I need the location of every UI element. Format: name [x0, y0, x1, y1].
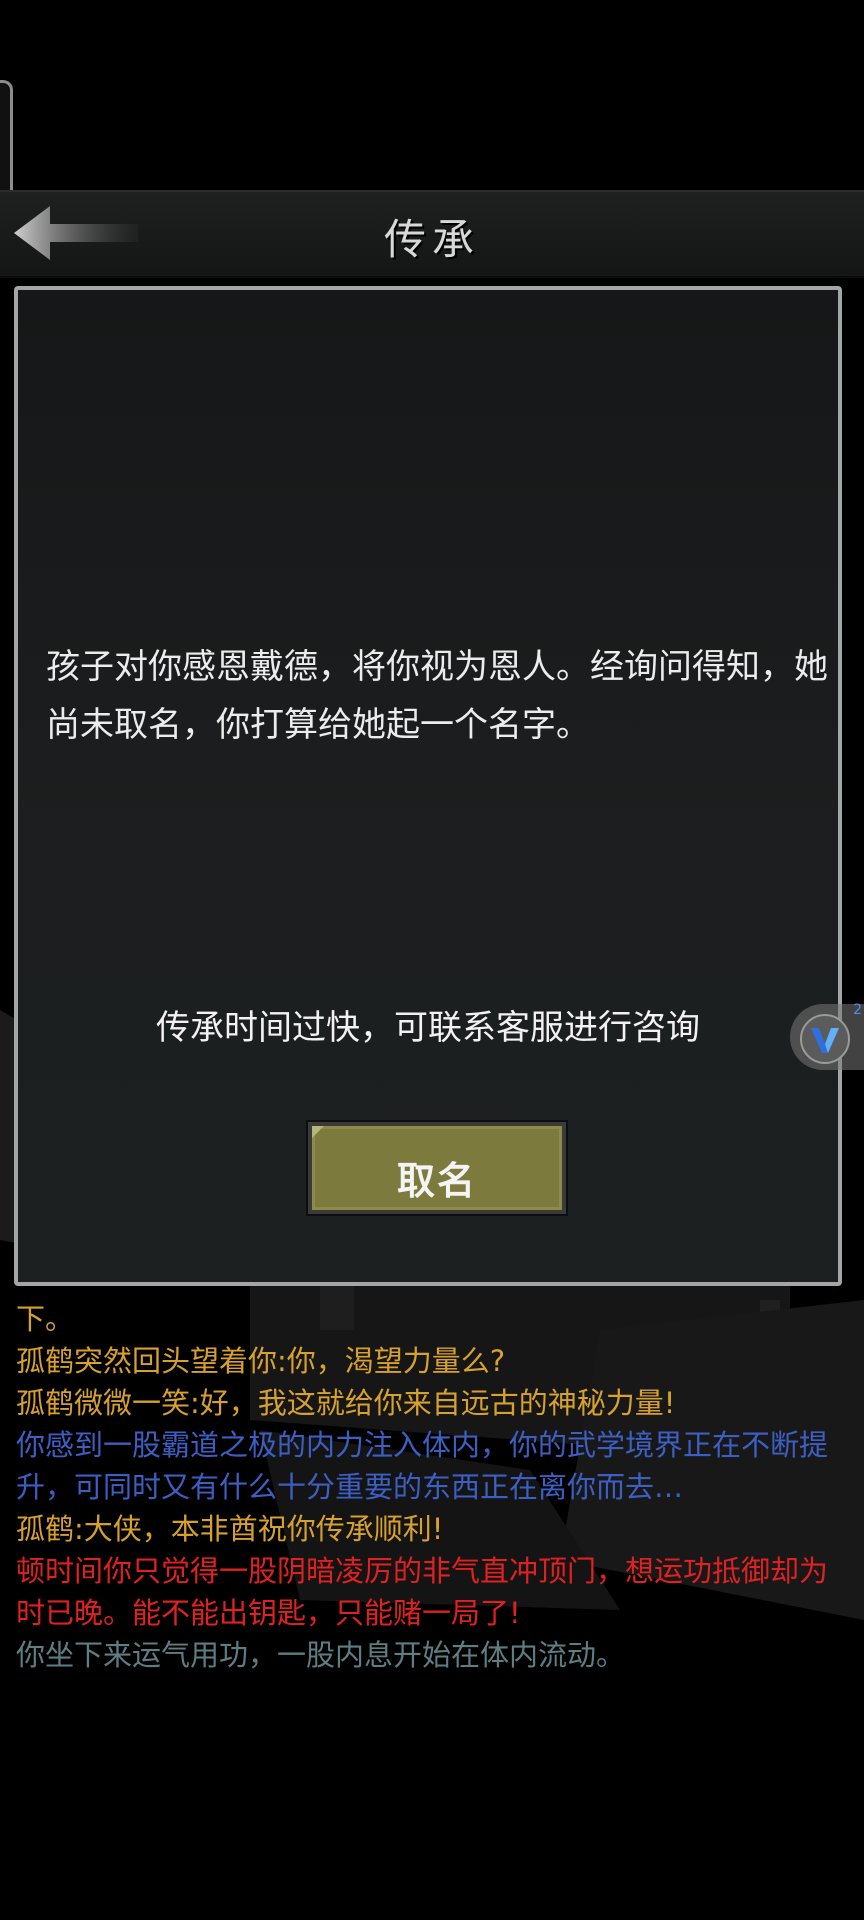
- log-line: 你感到一股霸道之极的内力注入体内，你的武学境界正在不断提升，可同时又有什么十分重…: [16, 1428, 829, 1504]
- log-line: 你坐下来运气用功，一股内息开始在体内流动。: [16, 1638, 626, 1672]
- v-logo-icon: [800, 1014, 850, 1064]
- widget-badge: 2: [853, 1002, 862, 1018]
- story-text: 孩子对你感恩戴德，将你视为恩人。经询问得知，她尚未取名，你打算给她起一个名字。: [46, 647, 828, 745]
- side-drawer-tab[interactable]: [0, 80, 13, 206]
- log-line: 孤鹤微微一笑:好，我这就给你来自远古的神秘力量!: [16, 1386, 676, 1420]
- name-button-label: 取名: [396, 1159, 477, 1203]
- header-bar: 传承: [0, 190, 864, 278]
- page-title: 传承: [383, 215, 480, 264]
- floating-assistant-button[interactable]: 2: [790, 1002, 864, 1070]
- message-log: 下。孤鹤突然回头望着你:你，渴望力量么? 孤鹤微微一笑:好，我这就给你来自远古的神…: [16, 1298, 846, 1676]
- log-line: 孤鹤:大侠，本非酋祝你传承顺利!: [16, 1512, 444, 1546]
- name-button[interactable]: 取名: [308, 1122, 566, 1214]
- event-dialog: 孩子对你感恩戴德，将你视为恩人。经询问得知，她尚未取名，你打算给她起一个名字。 …: [14, 286, 842, 1286]
- log-line: 顿时间你只觉得一股阴暗凌厉的非气直冲顶门，想运功抵御却为时已晚。能不能出钥匙，只…: [16, 1554, 829, 1630]
- support-notice: 传承时间过快，可联系客服进行咨询: [156, 1008, 700, 1048]
- log-line: 孤鹤突然回头望着你:你，渴望力量么?: [16, 1344, 506, 1378]
- log-line: 下。: [16, 1302, 75, 1336]
